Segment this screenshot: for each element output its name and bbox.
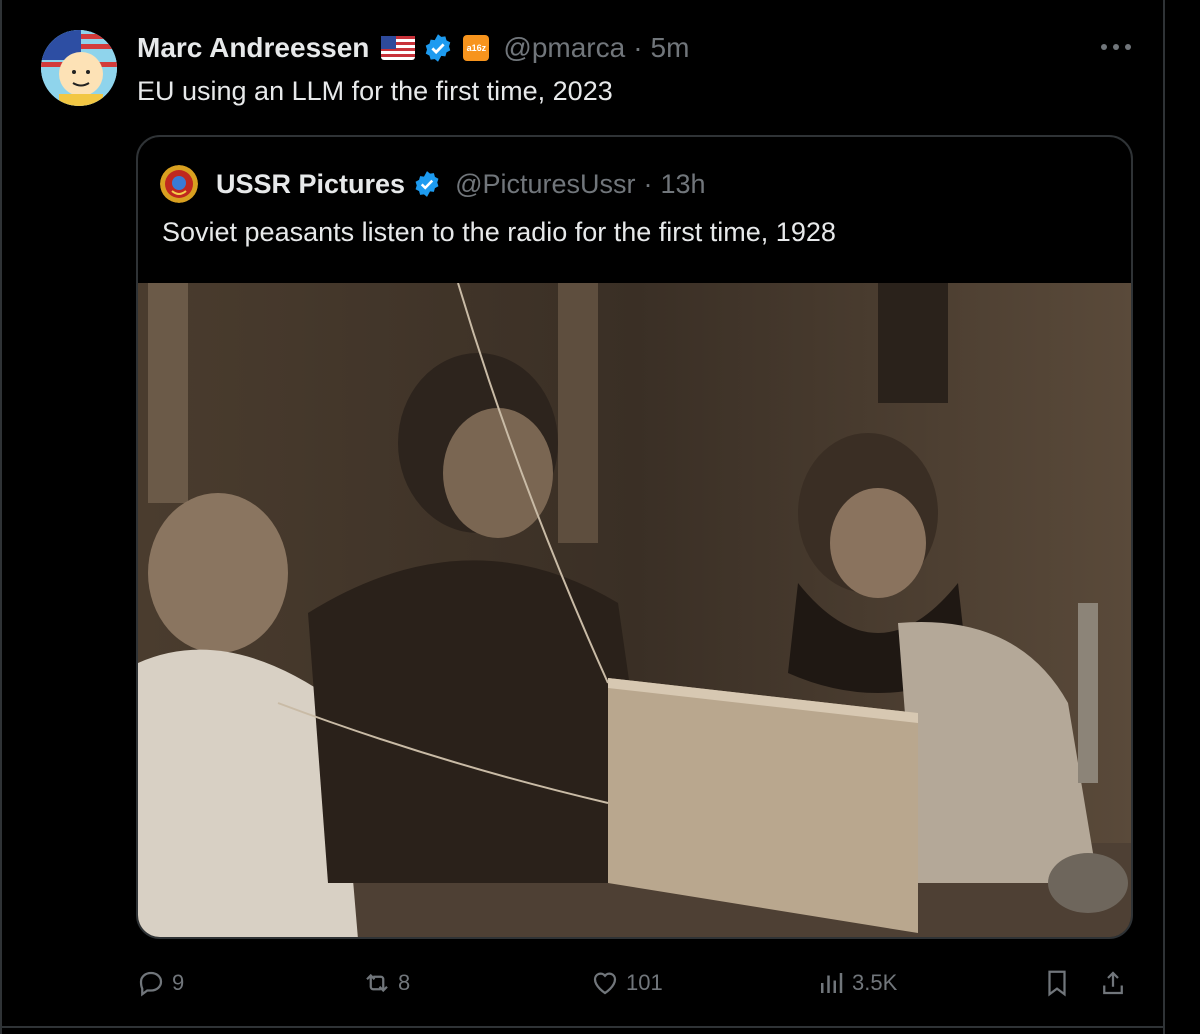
repost-icon [366,973,388,993]
quote-text: Soviet peasants listen to the radio for … [162,217,836,247]
views-count: 3.5K [852,970,898,995]
tweet-actions: 9 8 101 3.5K [0,960,1165,1010]
flag-icon [381,36,416,60]
bookmark-icon[interactable] [1042,968,1072,998]
tweet-time[interactable]: 5m [651,32,690,64]
reply-button[interactable]: 9 [136,968,184,998]
author-name[interactable]: Marc Andreessen [137,32,369,64]
tweet-header: Marc Andreessen a16z @pmarca · 5m [137,30,689,66]
like-button[interactable]: 101 [590,968,663,998]
quoted-tweet[interactable]: USSR Pictures @PicturesUssr · 13h Soviet… [136,135,1133,939]
verified-icon[interactable] [413,170,441,198]
quote-author-avatar[interactable] [160,165,198,203]
tweet-text: EU using an LLM for the first time, 2023 [137,76,613,106]
share-icon[interactable] [1098,968,1128,998]
more-icon[interactable] [1099,42,1133,52]
like-icon [593,972,617,995]
quote-author-handle[interactable]: @PicturesUssr [455,169,635,200]
like-count: 101 [626,970,663,995]
avatar-illustration [41,30,117,106]
views-button[interactable]: 3.5K [816,968,897,998]
views-icon [821,973,843,993]
quote-header: USSR Pictures @PicturesUssr · 13h [216,167,706,201]
column-border-right [1163,0,1165,1034]
affiliate-badge[interactable]: a16z [463,35,490,61]
author-avatar[interactable] [41,30,117,106]
author-handle[interactable]: @pmarca [503,32,625,64]
tweet-divider [0,1026,1165,1028]
quote-author-name[interactable]: USSR Pictures [216,169,405,200]
reply-count: 9 [172,970,185,995]
reply-icon [139,971,163,997]
separator-dot: · [633,32,643,63]
separator-dot: · [643,168,653,199]
quote-time[interactable]: 13h [661,169,706,200]
repost-count: 8 [398,970,411,995]
column-border-left [0,0,2,1034]
verified-icon[interactable] [423,33,453,63]
quote-photo[interactable] [138,283,1133,939]
repost-button[interactable]: 8 [362,968,410,998]
